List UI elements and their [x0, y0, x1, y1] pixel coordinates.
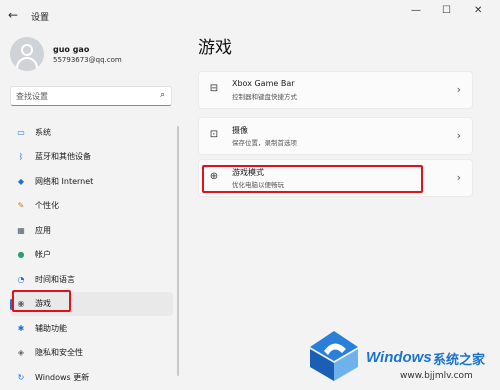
sidebar-item[interactable]: ◆ 网络和 Internet [10, 169, 173, 194]
page-title: 游戏 [198, 38, 232, 58]
accessibility-icon: ✱ [17, 323, 25, 333]
sidebar-item-label: 隐私和安全性 [35, 348, 83, 358]
back-arrow-icon[interactable]: ← [8, 8, 18, 22]
user-email: 55793673@qq.com [53, 56, 122, 64]
sidebar-scrollbar[interactable] [177, 126, 179, 376]
sidebar-item[interactable]: ◔ 时间和语言 [10, 267, 173, 292]
sidebar-item-label: 蓝牙和其他设备 [35, 152, 91, 162]
annotation-highlight-nav [12, 290, 71, 312]
avatar-body-shape [16, 57, 38, 71]
watermark-brand: Windows [366, 349, 432, 366]
monitor-icon: ▭ [17, 127, 25, 137]
user-name: guo gao [53, 45, 90, 54]
sidebar-item[interactable]: ᛒ 蓝牙和其他设备 [10, 145, 173, 170]
avatar-head-shape [21, 44, 33, 56]
chevron-right-icon: › [456, 83, 461, 96]
card-title: 摄像 [232, 126, 248, 135]
account-icon: ● [17, 250, 25, 260]
globe-clock-icon: ◔ [17, 274, 25, 284]
wifi-icon: ◆ [17, 176, 25, 186]
sidebar-item[interactable]: ✎ 个性化 [10, 194, 173, 219]
shield-icon: ◈ [17, 348, 25, 358]
card-subtitle: 保存位置，录制首选项 [232, 139, 297, 147]
settings-card[interactable]: ⊡ 摄像保存位置，录制首选项 › [198, 117, 473, 155]
sidebar-item-label: 系统 [35, 127, 51, 137]
title-bar: ← 设置 — ☐ ✕ [0, 0, 500, 32]
search-input[interactable] [16, 89, 146, 103]
card-subtitle: 控制器和键盘快捷方式 [232, 93, 297, 101]
apps-icon: ▦ [17, 225, 25, 235]
update-icon: ↻ [17, 372, 25, 382]
sidebar-item-label: 帐户 [35, 250, 51, 260]
avatar[interactable] [10, 37, 44, 71]
sidebar-item[interactable]: ● 帐户 [10, 243, 173, 268]
sidebar-item-label: Windows 更新 [35, 372, 90, 382]
search-box[interactable]: ⌕ [10, 86, 172, 106]
brush-icon: ✎ [17, 201, 25, 211]
sidebar-item-label: 网络和 Internet [35, 176, 94, 186]
watermark-cn: 系统之家 [433, 353, 486, 368]
sidebar-item[interactable]: ▦ 应用 [10, 218, 173, 243]
sidebar-item[interactable]: ↻ Windows 更新 [10, 365, 173, 390]
minimize-button[interactable]: — [411, 5, 421, 16]
sidebar-item[interactable]: ▭ 系统 [10, 120, 173, 145]
close-button[interactable]: ✕ [474, 5, 482, 16]
sidebar-item[interactable]: ◈ 隐私和安全性 [10, 341, 173, 366]
bluetooth-icon: ᛒ [18, 152, 24, 162]
sidebar-item[interactable]: ✱ 辅助功能 [10, 316, 173, 341]
card-title: Xbox Game Bar [232, 79, 295, 88]
settings-card[interactable]: ⊟ Xbox Game Bar 控制器和键盘快捷方式 › [198, 71, 473, 109]
watermark-url: www.bjjmlv.com [400, 371, 473, 381]
sidebar-item-label: 时间和语言 [35, 274, 75, 284]
sidebar-item-label: 辅助功能 [35, 323, 67, 333]
sidebar-item-label: 应用 [35, 225, 51, 235]
capture-icon: ⊡ [209, 129, 219, 140]
watermark: Windows 系统之家 www.bjjmlv.com [300, 327, 500, 388]
annotation-highlight-card [202, 165, 423, 193]
chevron-right-icon: › [456, 129, 461, 142]
watermark-logo [310, 331, 358, 381]
app-title: 设置 [31, 13, 50, 23]
sidebar-item-label: 个性化 [35, 201, 59, 211]
game-bar-icon: ⊟ [209, 83, 219, 94]
maximize-button[interactable]: ☐ [442, 5, 451, 16]
sidebar-nav: ▭ 系统 ᛒ 蓝牙和其他设备 ◆ 网络和 Internet ✎ 个性化 ▦ 应用 ● 帐户 ◔ 时间和语言… [10, 120, 173, 390]
chevron-right-icon: › [456, 171, 461, 184]
search-icon[interactable]: ⌕ [160, 90, 165, 100]
